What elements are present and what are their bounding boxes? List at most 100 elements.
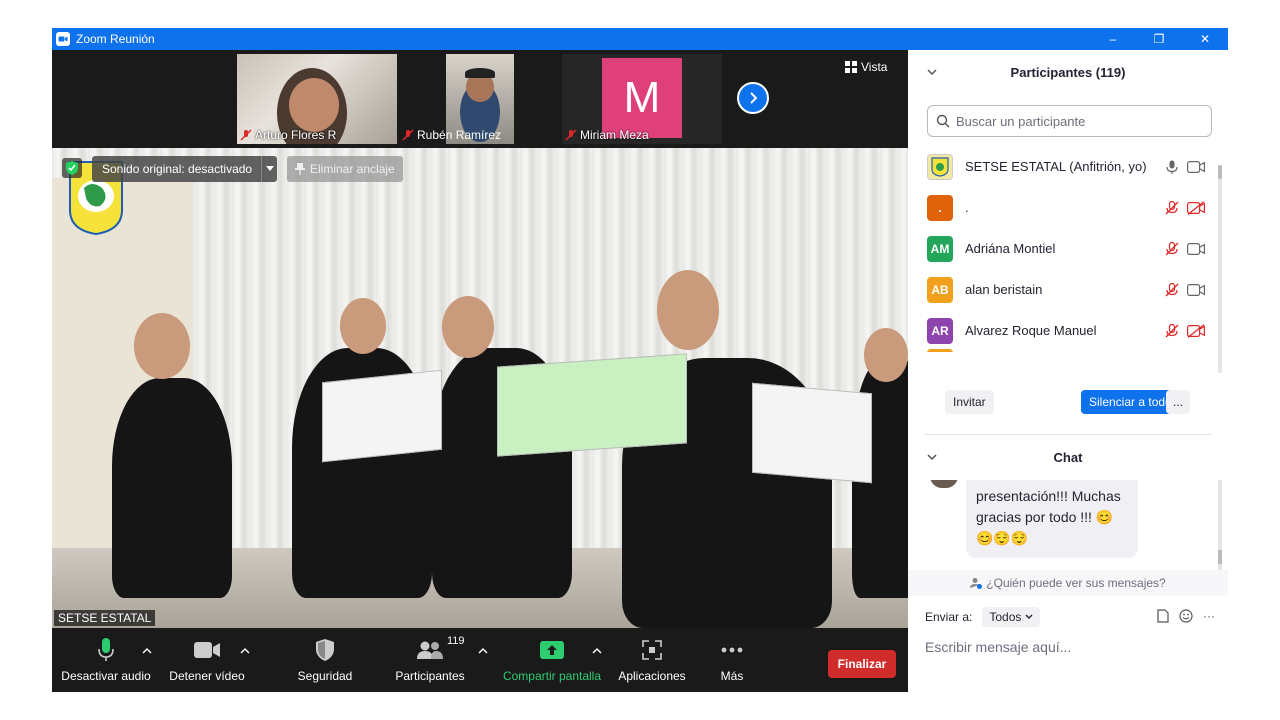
mic-muted-icon — [402, 129, 414, 141]
restore-button[interactable]: ❐ — [1136, 28, 1182, 50]
minimize-button[interactable]: – — [1090, 28, 1136, 50]
unpin-button[interactable]: Eliminar anclaje — [287, 156, 403, 182]
camera-icon[interactable] — [1187, 160, 1205, 174]
chevron-up-icon — [142, 648, 152, 654]
video-icon — [194, 642, 220, 658]
original-sound-menu[interactable] — [261, 156, 277, 182]
participant-avatar: AR — [927, 317, 953, 344]
participants-options-caret[interactable] — [478, 646, 488, 657]
participant-avatar: AM — [927, 235, 953, 262]
participants-icon — [417, 641, 443, 659]
musician-head — [442, 296, 494, 358]
file-icon[interactable] — [1157, 609, 1169, 623]
video-options-caret[interactable] — [240, 646, 250, 657]
search-input[interactable] — [956, 113, 1196, 129]
next-page-button[interactable] — [737, 82, 769, 114]
share-screen-button[interactable]: Compartir pantalla — [498, 628, 606, 692]
mic-icon — [98, 638, 114, 661]
mic-muted-icon[interactable] — [1165, 241, 1179, 256]
participant-row[interactable]: AR Alvarez Roque Manuel — [908, 310, 1218, 351]
thumbnail-name: Arturo Flores R — [237, 128, 339, 142]
host-avatar — [927, 153, 953, 180]
chevron-down-icon[interactable] — [926, 66, 938, 78]
apps-button[interactable]: Aplicaciones — [612, 628, 692, 692]
chat-header: Chat — [908, 435, 1228, 479]
mic-muted-icon — [565, 129, 577, 141]
participant-row[interactable]: AB alan beristain — [908, 269, 1218, 310]
send-to-label: Enviar a: — [925, 610, 973, 624]
camera-icon[interactable] — [1187, 283, 1205, 297]
participant-row[interactable]: SETSE ESTATAL (Anfitrión, yo) — [908, 146, 1218, 187]
mic-icon[interactable] — [1165, 160, 1179, 174]
camera-off-icon[interactable] — [1187, 200, 1205, 215]
more-chat-options[interactable]: ··· — [1203, 609, 1215, 623]
participant-count: 119 — [447, 635, 465, 647]
chat-input[interactable] — [925, 636, 1215, 658]
more-options-button[interactable]: ... — [1166, 390, 1190, 414]
zoom-app-icon — [56, 32, 70, 46]
search-icon — [936, 114, 950, 128]
participant-avatar: . — [927, 194, 953, 221]
chat-messages: presentación!!! Muchas gracias por todo … — [908, 480, 1220, 570]
participant-name: SETSE ESTATAL (Anfitrión, yo) — [965, 159, 1147, 174]
encryption-badge[interactable] — [62, 158, 82, 178]
end-meeting-button[interactable]: Finalizar — [828, 650, 896, 678]
meeting-toolbar: Desactivar audio Detener vídeo Seguridad — [52, 628, 908, 692]
share-options-caret[interactable] — [592, 646, 602, 657]
music-stand — [497, 353, 687, 457]
chat-message: presentación!!! Muchas gracias por todo … — [966, 480, 1138, 558]
emoji-icon[interactable] — [1179, 609, 1193, 623]
shield-icon — [316, 639, 334, 661]
participant-search[interactable] — [927, 105, 1212, 137]
participant-name: alan beristain — [965, 282, 1043, 297]
musician-head — [134, 313, 190, 379]
more-button[interactable]: Más — [702, 628, 762, 692]
video-thumbnail[interactable]: M Miriam Meza — [562, 54, 722, 144]
invite-button[interactable]: Invitar — [945, 390, 994, 414]
participant-scrollbar[interactable] — [1218, 165, 1222, 373]
logo-icon — [931, 156, 949, 177]
share-screen-icon — [540, 641, 564, 659]
mic-muted-icon[interactable] — [1165, 200, 1179, 215]
scrollbar-thumb[interactable] — [1218, 165, 1222, 179]
mic-muted-icon[interactable] — [1165, 323, 1179, 338]
close-button[interactable]: ✕ — [1182, 28, 1228, 50]
person-info-icon — [970, 578, 983, 589]
camera-off-icon[interactable] — [1187, 323, 1205, 338]
thumbnail-strip: Arturo Flores R M Miriam Meza Rubén Ramí… — [52, 50, 908, 148]
participant-avatar: M — [602, 58, 682, 138]
mute-audio-button[interactable]: Desactivar audio — [60, 628, 152, 692]
participant-list: SETSE ESTATAL (Anfitrión, yo) . . AM Adr… — [908, 146, 1218, 352]
window-title: Zoom Reunión — [76, 32, 155, 46]
cap-shape — [465, 68, 495, 78]
stop-video-button[interactable]: Detener vídeo — [162, 628, 252, 692]
participant-name: Alvarez Roque Manuel — [965, 323, 1097, 338]
participant-name: . — [965, 200, 969, 215]
original-sound-toggle[interactable]: Sonido original: desactivado — [92, 156, 263, 182]
title-bar: Zoom Reunión – ❐ ✕ — [52, 28, 1228, 50]
musician-head — [657, 270, 719, 350]
recipient-select[interactable]: Todos — [982, 607, 1041, 627]
chevron-right-icon — [750, 92, 758, 104]
musician-head — [340, 298, 386, 354]
caret-down-icon — [265, 166, 274, 171]
view-button[interactable]: Vista — [845, 60, 887, 74]
participant-name: Adriána Montiel — [965, 241, 1056, 256]
main-video[interactable]: Sonido original: desactivado Eliminar an… — [52, 148, 908, 628]
participant-avatar: AB — [927, 276, 953, 303]
participant-row[interactable]: AM Adriána Montiel — [908, 228, 1218, 269]
chevron-down-icon — [1025, 614, 1033, 619]
video-thumbnail[interactable]: Arturo Flores R — [237, 54, 397, 144]
scrollbar-thumb[interactable] — [1218, 550, 1222, 564]
grid-view-icon — [845, 61, 857, 73]
mic-muted-icon[interactable] — [1165, 282, 1179, 297]
audio-options-caret[interactable] — [142, 646, 152, 657]
camera-icon[interactable] — [1187, 242, 1205, 256]
chevron-down-icon[interactable] — [926, 451, 938, 463]
chat-scrollbar[interactable] — [1218, 480, 1222, 570]
participant-row[interactable]: . . — [908, 187, 1218, 228]
participants-button[interactable]: 119 Participantes — [388, 628, 472, 692]
video-area: Arturo Flores R M Miriam Meza Rubén Ramí… — [52, 50, 908, 692]
who-can-see-link[interactable]: ¿Quién puede ver sus mensajes? — [908, 570, 1228, 596]
security-button[interactable]: Seguridad — [288, 628, 362, 692]
